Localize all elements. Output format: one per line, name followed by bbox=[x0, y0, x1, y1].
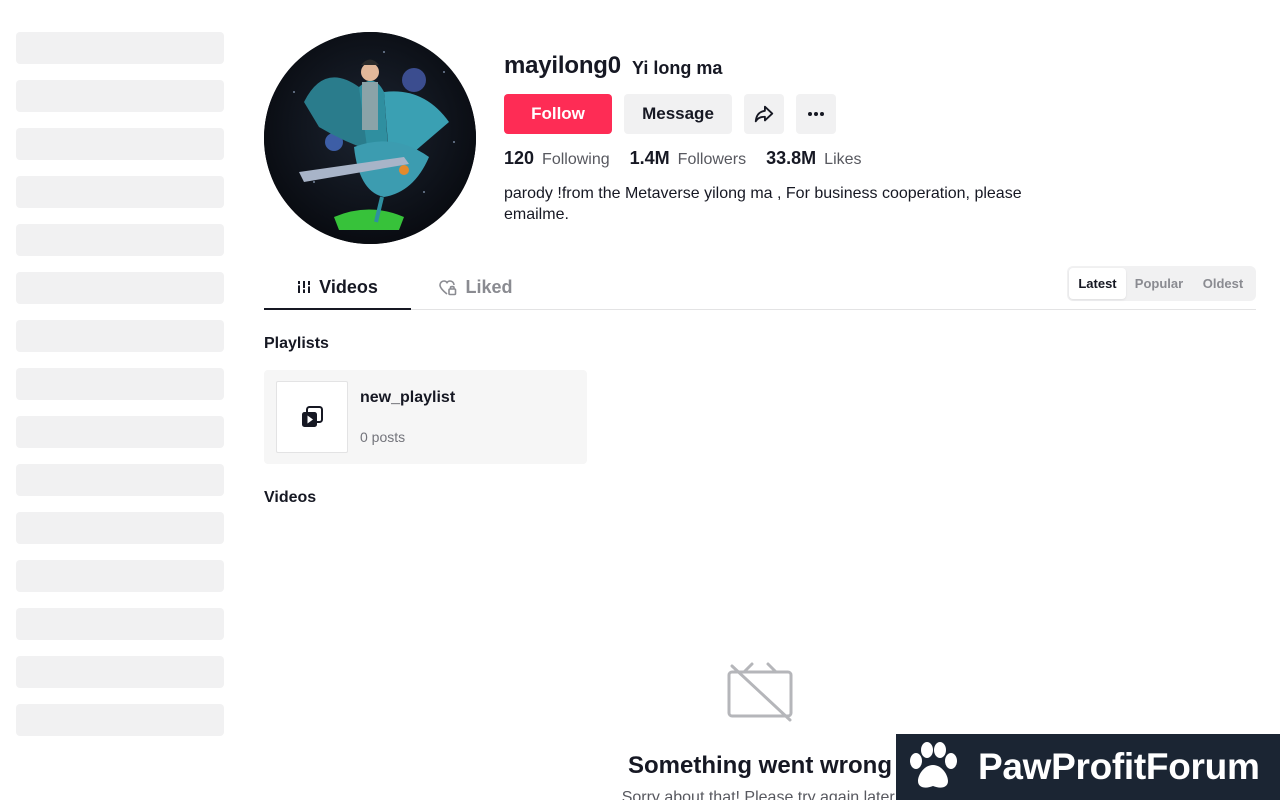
stat-followers[interactable]: 1.4M Followers bbox=[630, 148, 747, 169]
watermark-banner: PawProfitForum bbox=[896, 734, 1280, 800]
more-button[interactable] bbox=[796, 94, 836, 134]
tab-label: Videos bbox=[319, 276, 378, 297]
playlists-heading: Playlists bbox=[264, 335, 329, 352]
stat-likes: 33.8M Likes bbox=[766, 148, 861, 169]
nickname: Yi long ma bbox=[632, 58, 723, 78]
stat-value: 1.4M bbox=[629, 148, 670, 168]
more-icon bbox=[807, 111, 825, 117]
skeleton-row bbox=[16, 656, 224, 688]
sort-latest[interactable]: Latest bbox=[1069, 268, 1126, 299]
playlist-thumbnail bbox=[276, 381, 348, 453]
profile-stats: 120 Following 1.4M Followers 33.8M Likes bbox=[504, 148, 882, 169]
playlist-post-count: 0 posts bbox=[360, 429, 406, 445]
sort-oldest[interactable]: Oldest bbox=[1192, 268, 1254, 299]
heart-lock-icon bbox=[439, 279, 457, 296]
playlist-icon bbox=[299, 404, 325, 430]
playlist-name: new_playlist bbox=[360, 389, 456, 406]
share-icon bbox=[753, 103, 775, 125]
skeleton-row bbox=[16, 464, 224, 496]
sort-popular[interactable]: Popular bbox=[1126, 268, 1192, 299]
tab-label: Liked bbox=[465, 277, 513, 297]
stat-value: 120 bbox=[504, 148, 535, 168]
tab-videos[interactable]: Videos bbox=[264, 266, 411, 310]
stat-label: Following bbox=[542, 151, 610, 168]
share-button[interactable] bbox=[744, 94, 784, 134]
playlist-card[interactable]: new_playlist 0 posts bbox=[264, 370, 587, 464]
sidebar-skeleton bbox=[16, 32, 224, 752]
follow-button[interactable]: Follow bbox=[504, 94, 612, 134]
skeleton-row bbox=[16, 320, 224, 352]
skeleton-row bbox=[16, 224, 224, 256]
paw-icon bbox=[906, 741, 960, 793]
avatar-image bbox=[264, 32, 476, 244]
skeleton-row bbox=[16, 176, 224, 208]
skeleton-row bbox=[16, 368, 224, 400]
skeleton-row bbox=[16, 560, 224, 592]
skeleton-row bbox=[16, 80, 224, 112]
stat-following[interactable]: 120 Following bbox=[504, 148, 610, 169]
videos-heading: Videos bbox=[264, 489, 317, 506]
username: mayilong0 bbox=[504, 52, 621, 79]
grid-icon bbox=[297, 280, 312, 294]
skeleton-row bbox=[16, 128, 224, 160]
sort-segmented-control: Latest Popular Oldest bbox=[1067, 266, 1256, 301]
skeleton-row bbox=[16, 32, 224, 64]
tab-liked[interactable]: Liked bbox=[411, 266, 541, 309]
avatar[interactable] bbox=[264, 32, 476, 244]
skeleton-row bbox=[16, 416, 224, 448]
video-unavailable-icon bbox=[724, 660, 796, 727]
skeleton-row bbox=[16, 608, 224, 640]
skeleton-row bbox=[16, 512, 224, 544]
watermark-text: PawProfitForum bbox=[978, 746, 1260, 787]
skeleton-row bbox=[16, 704, 224, 736]
profile-bio: parody !from the Metaverse yilong ma , F… bbox=[504, 185, 1022, 223]
message-button[interactable]: Message bbox=[624, 94, 732, 134]
stat-label: Likes bbox=[824, 151, 862, 168]
stat-value: 33.8M bbox=[766, 148, 817, 168]
skeleton-row bbox=[16, 272, 224, 304]
stat-label: Followers bbox=[677, 151, 747, 168]
